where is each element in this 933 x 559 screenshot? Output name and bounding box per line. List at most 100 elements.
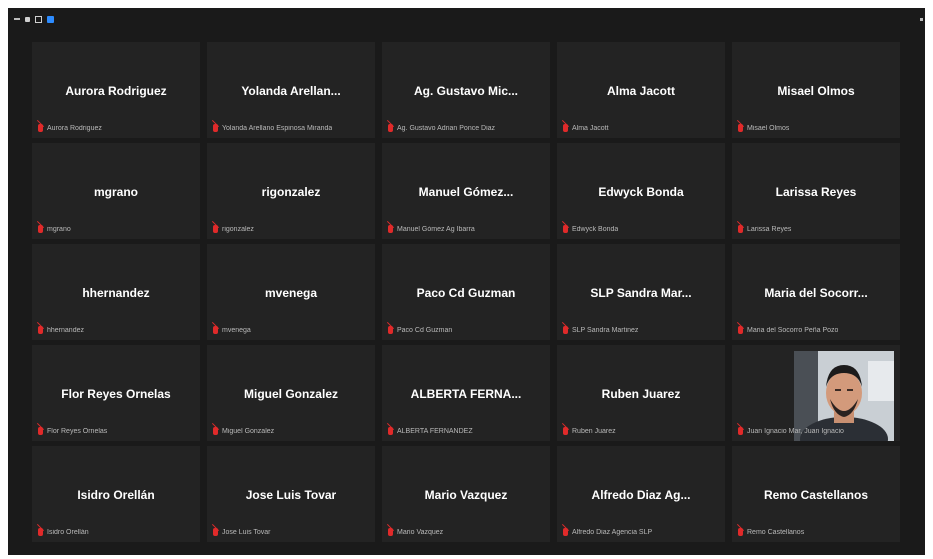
tile-footer: Larissa Reyes	[738, 225, 894, 233]
mic-muted-icon	[563, 326, 568, 334]
participant-tile[interactable]: rigonzalez rigonzalez	[207, 143, 375, 239]
tile-footer: Remo Castellanos	[738, 528, 894, 536]
mic-muted-icon	[213, 427, 218, 435]
participant-name: Larissa Reyes	[775, 185, 857, 199]
participant-name: Flor Reyes Ornelas	[61, 387, 171, 401]
participant-name: mgrano	[93, 185, 138, 199]
participant-tile[interactable]: Remo Castellanos Remo Castellanos	[732, 446, 900, 542]
tile-footer: Mario Vazquez	[388, 528, 544, 536]
mic-muted-icon	[738, 225, 743, 233]
square-icon[interactable]	[25, 16, 30, 22]
participant-label: Juan Ignacio Mar, Juan Ignacio	[747, 427, 844, 435]
mic-muted-icon	[38, 326, 43, 334]
participant-name: Alma Jacott	[606, 84, 676, 98]
participant-tile[interactable]: hhernandez hhernandez	[32, 244, 200, 340]
participant-tile[interactable]: Mario Vazquez Mario Vazquez	[382, 446, 550, 542]
participant-label: Misael Olmos	[747, 124, 790, 132]
participant-tile[interactable]: ALBERTA FERNA... ALBERTA FERNANDEZ	[382, 345, 550, 441]
mic-muted-icon	[388, 124, 393, 132]
mic-muted-icon	[738, 427, 743, 435]
mic-muted-icon	[738, 528, 743, 536]
participant-tile[interactable]: Misael Olmos Misael Olmos	[732, 42, 900, 138]
meeting-window: Aurora Rodriguez Aurora Rodriguez Yoland…	[8, 8, 925, 555]
participant-video-tile[interactable]: Juan Ignacio Mar, Juan Ignacio	[732, 345, 900, 441]
mic-muted-icon	[388, 326, 393, 334]
participant-name: Manuel Gómez...	[418, 185, 514, 199]
tile-footer: Misael Olmos	[738, 124, 894, 132]
mic-muted-icon	[213, 326, 218, 334]
participant-tile[interactable]: Yolanda Arellan... Yolanda Arellano Espi…	[207, 42, 375, 138]
participant-label: Alfredo Diaz Agencia SLP	[572, 528, 653, 536]
participant-label: Ag. Gustavo Adrian Ponce Diaz	[397, 124, 496, 132]
participant-tile[interactable]: Manuel Gómez... Manuel Gómez Ag Ibarra	[382, 143, 550, 239]
tile-footer: Alfredo Diaz Agencia SLP	[563, 528, 719, 536]
minimize-icon[interactable]	[14, 18, 20, 20]
top-toolbar	[8, 8, 925, 30]
tile-footer: Maria del Socorro Peña Pozo	[738, 326, 894, 334]
participant-tile[interactable]: mvenega mvenega	[207, 244, 375, 340]
participant-name: Miguel Gonzalez	[243, 387, 338, 401]
participant-name: Ruben Juarez	[601, 387, 681, 401]
participant-tile[interactable]: Larissa Reyes Larissa Reyes	[732, 143, 900, 239]
mic-muted-icon	[388, 225, 393, 233]
participant-tile[interactable]: SLP Sandra Mar... SLP Sandra Martinez	[557, 244, 725, 340]
participant-name: mvenega	[264, 286, 318, 300]
tile-footer: Edwyck Bonda	[563, 225, 719, 233]
mic-muted-icon	[213, 124, 218, 132]
tile-footer: rigonzalez	[213, 225, 369, 233]
participant-tile[interactable]: Paco Cd Guzman Paco Cd Guzman	[382, 244, 550, 340]
participant-name: Aurora Rodriguez	[65, 84, 167, 98]
mic-muted-icon	[738, 124, 743, 132]
tile-footer: SLP Sandra Martinez	[563, 326, 719, 334]
participant-tile[interactable]: Aurora Rodriguez Aurora Rodriguez	[32, 42, 200, 138]
mic-muted-icon	[563, 427, 568, 435]
participant-tile[interactable]: Alfredo Diaz Ag... Alfredo Diaz Agencia …	[557, 446, 725, 542]
participant-label: Manuel Gómez Ag Ibarra	[397, 225, 475, 233]
tile-footer: Miguel Gonzalez	[213, 427, 369, 435]
participant-label: Miguel Gonzalez	[222, 427, 275, 435]
tile-footer: Alma Jacott	[563, 124, 719, 132]
participant-tile[interactable]: Flor Reyes Ornelas Flor Reyes Ornelas	[32, 345, 200, 441]
mic-muted-icon	[563, 225, 568, 233]
participant-name: Jose Luis Tovar	[245, 488, 337, 502]
participant-label: hhernandez	[47, 326, 84, 334]
security-icon[interactable]	[47, 15, 54, 23]
participant-name: SLP Sandra Mar...	[590, 286, 692, 300]
tile-footer: Jose Luis Tovar	[213, 528, 369, 536]
participant-tile[interactable]: Maria del Socorr... Maria del Socorro Pe…	[732, 244, 900, 340]
tile-footer: mgrano	[38, 225, 194, 233]
tile-footer: Juan Ignacio Mar, Juan Ignacio	[738, 427, 894, 435]
participant-label: Flor Reyes Ornelas	[47, 427, 108, 435]
participant-tile[interactable]: Edwyck Bonda Edwyck Bonda	[557, 143, 725, 239]
participant-name: Edwyck Bonda	[598, 185, 684, 199]
participant-name: Isidro Orellán	[77, 488, 155, 502]
participant-label: Paco Cd Guzman	[397, 326, 453, 334]
participant-label: Maria del Socorro Peña Pozo	[747, 326, 839, 334]
participant-label: mvenega	[222, 326, 251, 334]
tile-footer: Paco Cd Guzman	[388, 326, 544, 334]
participant-label: Larissa Reyes	[747, 225, 792, 233]
mic-muted-icon	[388, 427, 393, 435]
participant-tile[interactable]: Isidro Orellán Isidro Orellán	[32, 446, 200, 542]
tile-footer: Flor Reyes Ornelas	[38, 427, 194, 435]
participant-tile[interactable]: Alma Jacott Alma Jacott	[557, 42, 725, 138]
tile-footer: Yolanda Arellano Espinosa Miranda	[213, 124, 369, 132]
mic-muted-icon	[38, 225, 43, 233]
participant-label: Ruben Juarez	[572, 427, 616, 435]
participant-tile[interactable]: Miguel Gonzalez Miguel Gonzalez	[207, 345, 375, 441]
participant-tile[interactable]: Ag. Gustavo Mic... Ag. Gustavo Adrian Po…	[382, 42, 550, 138]
tile-footer: ALBERTA FERNANDEZ	[388, 427, 544, 435]
participant-name: Ag. Gustavo Mic...	[413, 84, 518, 98]
participant-tile[interactable]: mgrano mgrano	[32, 143, 200, 239]
participant-name: Alfredo Diaz Ag...	[591, 488, 691, 502]
participant-name: rigonzalez	[261, 185, 321, 199]
tile-footer: Manuel Gómez Ag Ibarra	[388, 225, 544, 233]
participant-label: Alma Jacott	[572, 124, 609, 132]
tile-footer: mvenega	[213, 326, 369, 334]
participant-tile[interactable]: Jose Luis Tovar Jose Luis Tovar	[207, 446, 375, 542]
participant-tile[interactable]: Ruben Juarez Ruben Juarez	[557, 345, 725, 441]
mic-muted-icon	[213, 528, 218, 536]
participant-name: ALBERTA FERNA...	[410, 387, 522, 401]
mic-muted-icon	[38, 427, 43, 435]
grid-view-icon[interactable]	[35, 15, 42, 23]
